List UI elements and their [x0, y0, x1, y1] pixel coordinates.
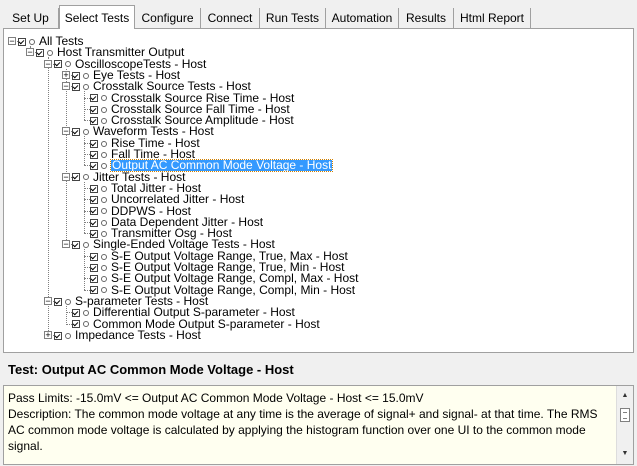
checkbox-checked-icon[interactable]	[72, 83, 80, 92]
collapse-icon[interactable]: −	[26, 48, 34, 57]
tree-connector-line	[66, 68, 67, 245]
tab-results[interactable]: Results	[399, 8, 454, 28]
checkbox-checked-icon[interactable]	[54, 60, 62, 69]
collapse-icon[interactable]: −	[62, 127, 70, 136]
checkbox-checked-icon[interactable]	[90, 263, 98, 272]
checkbox-checked-icon[interactable]	[54, 297, 62, 306]
checkbox-checked-icon[interactable]	[72, 71, 80, 80]
checkbox-checked-icon[interactable]	[90, 252, 98, 261]
tree-connector-line	[84, 91, 85, 121]
tab-set-up[interactable]: Set Up	[3, 8, 59, 28]
status-circle-icon	[83, 174, 89, 181]
checkbox-checked-icon[interactable]	[90, 184, 98, 193]
checkbox-checked-icon[interactable]	[54, 331, 62, 340]
status-circle-icon	[83, 129, 89, 136]
description-scrollbar[interactable]: ▲ ▼	[616, 386, 633, 464]
status-circle-icon	[101, 253, 107, 260]
status-circle-icon	[83, 310, 89, 317]
status-circle-icon	[47, 50, 53, 57]
status-circle-icon	[83, 321, 89, 328]
checkbox-checked-icon[interactable]	[90, 94, 98, 103]
tab-html-report[interactable]: Html Report	[454, 8, 531, 28]
scrollbar-thumb[interactable]	[620, 408, 630, 422]
tab-run-tests[interactable]: Run Tests	[260, 8, 326, 28]
tree-connector-line	[66, 305, 67, 324]
test-description-panel: Pass Limits: -15.0mV <= Output AC Common…	[3, 385, 634, 465]
status-circle-icon	[65, 298, 71, 305]
checkbox-checked-icon[interactable]	[36, 49, 44, 58]
test-title: Test: Output AC Common Mode Voltage - Ho…	[3, 358, 634, 382]
status-circle-icon	[101, 151, 107, 158]
checkbox-checked-icon[interactable]	[90, 150, 98, 159]
scroll-down-arrow-icon[interactable]: ▼	[617, 446, 633, 462]
checkbox-checked-icon[interactable]	[90, 105, 98, 114]
checkbox-checked-icon[interactable]	[90, 139, 98, 148]
collapse-icon[interactable]: −	[8, 37, 16, 46]
test-description-text: Pass Limits: -15.0mV <= Output AC Common…	[8, 390, 606, 454]
tab-connect[interactable]: Connect	[201, 8, 260, 28]
status-circle-icon	[101, 230, 107, 237]
status-circle-icon	[101, 163, 107, 170]
collapse-icon[interactable]: −	[44, 296, 52, 305]
tab-automation[interactable]: Automation	[326, 8, 399, 28]
status-circle-icon	[101, 117, 107, 124]
status-circle-icon	[65, 61, 71, 68]
expand-icon[interactable]: +	[62, 70, 70, 79]
status-circle-icon	[83, 84, 89, 91]
checkbox-checked-icon[interactable]	[72, 128, 80, 137]
status-circle-icon	[29, 38, 35, 45]
tab-configure[interactable]: Configure	[135, 8, 201, 28]
scroll-up-arrow-icon[interactable]: ▲	[617, 388, 633, 404]
tree-connector-line	[48, 57, 49, 335]
collapse-icon[interactable]: −	[62, 82, 70, 91]
tree-node-label: Impedance Tests - Host	[75, 327, 201, 342]
status-circle-icon	[83, 242, 89, 249]
checkbox-checked-icon[interactable]	[90, 207, 98, 216]
status-circle-icon	[101, 276, 107, 283]
checkbox-checked-icon[interactable]	[18, 37, 26, 46]
collapse-icon[interactable]: −	[62, 172, 70, 181]
checkbox-checked-icon[interactable]	[90, 275, 98, 284]
collapse-icon[interactable]: −	[44, 59, 52, 68]
status-circle-icon	[101, 287, 107, 294]
status-circle-icon	[65, 332, 71, 339]
status-circle-icon	[101, 208, 107, 215]
status-circle-icon	[101, 185, 107, 192]
checkbox-checked-icon[interactable]	[72, 241, 80, 250]
status-circle-icon	[83, 72, 89, 79]
status-circle-icon	[101, 140, 107, 147]
status-circle-icon	[101, 106, 107, 113]
expand-icon[interactable]: +	[44, 330, 52, 339]
checkbox-checked-icon[interactable]	[90, 196, 98, 205]
tree-node-impedance-tests-host[interactable]: Impedance Tests - Host	[54, 327, 201, 342]
status-circle-icon	[101, 219, 107, 226]
checkbox-checked-icon[interactable]	[90, 218, 98, 227]
test-tree[interactable]: − All Tests − Host Transmitter Output − Oscil…	[3, 28, 634, 353]
collapse-icon[interactable]: −	[62, 240, 70, 249]
checkbox-checked-icon[interactable]	[72, 173, 80, 182]
tree-connector-line	[84, 181, 85, 234]
tab-select-tests[interactable]: Select Tests	[59, 5, 135, 29]
checkbox-checked-icon[interactable]	[90, 162, 98, 171]
description-text: Description: The common mode voltage at …	[8, 407, 598, 453]
pass-limits-text: Pass Limits: -15.0mV <= Output AC Common…	[8, 391, 424, 405]
tab-bar: Set Up Select Tests Configure Connect Ru…	[0, 0, 637, 29]
checkbox-checked-icon[interactable]	[72, 309, 80, 318]
status-circle-icon	[101, 197, 107, 204]
tree-connector-line	[84, 136, 85, 166]
status-circle-icon	[101, 264, 107, 271]
status-circle-icon	[101, 95, 107, 102]
